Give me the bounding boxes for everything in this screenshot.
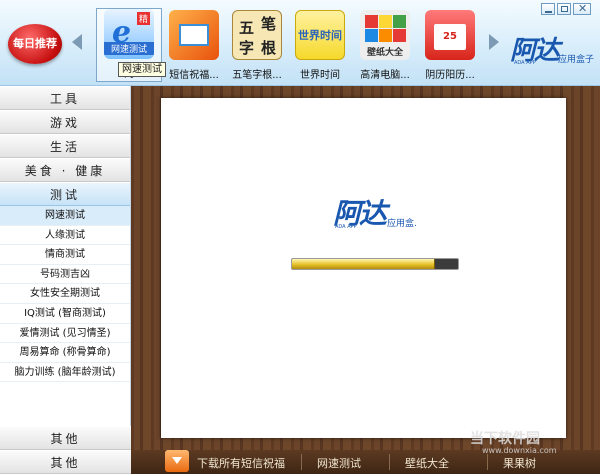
app-label: 高清电脑... <box>360 70 410 81</box>
sidebar-item-safe-period[interactable]: 女性安全期测试 <box>0 284 130 304</box>
link-download-sms[interactable]: 下载所有短信祝福 <box>197 455 285 471</box>
wubi-icon: 五 笔 字 根 <box>232 10 282 60</box>
category-sidebar: 工具 游戏 生活 美食 · 健康 测试 网速测试 人缘测试 情商测试 号码测吉凶… <box>0 86 131 474</box>
wallpaper-icon: 壁纸大全 <box>360 10 410 60</box>
sidebar-item-iq-test[interactable]: IQ测试 (智商测试) <box>0 304 130 324</box>
app-label: 五笔字根... <box>232 70 282 81</box>
loading-logo: 阿达 应用盒. ADA APP <box>333 197 417 230</box>
app-wubi[interactable]: 五 笔 字 根 五笔字根... <box>224 10 290 81</box>
app-lunar-calendar[interactable]: 25 阴历阳历... <box>417 10 483 81</box>
scroll-left-arrow-icon[interactable] <box>72 34 82 50</box>
link-speed-test[interactable]: 网速测试 <box>317 455 361 471</box>
sidebar-item-number-luck[interactable]: 号码测吉凶 <box>0 265 130 285</box>
calendar-icon: 25 <box>425 10 475 60</box>
category-tools[interactable]: 工具 <box>0 86 130 110</box>
sidebar-item-popularity-test[interactable]: 人缘测试 <box>0 226 130 246</box>
close-icon: ✕ <box>578 2 588 15</box>
brand-logo: 阿达 应用盒子 ADA APP <box>510 36 595 66</box>
link-guoguoshu[interactable]: 果果树 <box>503 455 536 471</box>
content-area: 阿达 应用盒. ADA APP <box>131 86 600 450</box>
sidebar-item-love-test[interactable]: 爱情测试 (见习情圣) <box>0 324 130 344</box>
category-tests[interactable]: 测试 <box>0 182 130 206</box>
maximize-button[interactable] <box>557 3 571 15</box>
progress-fill <box>292 259 435 269</box>
app-world-time[interactable]: 世界时间 世界时间 <box>287 10 353 81</box>
loading-progress-bar <box>291 258 459 270</box>
tooltip: 网速测试 <box>118 62 166 77</box>
watermark-url: www.downxia.com <box>482 446 557 455</box>
loading-panel: 阿达 应用盒. ADA APP <box>161 98 566 438</box>
sidebar-item-eq-test[interactable]: 情商测试 <box>0 245 130 265</box>
close-button[interactable]: ✕ <box>573 2 591 15</box>
category-life[interactable]: 生活 <box>0 134 130 158</box>
link-wallpapers[interactable]: 壁纸大全 <box>405 455 449 471</box>
top-app-bar: 每日推荐 e 精 网速测试 网 短信祝福... 五 笔 字 根 五笔字根... … <box>0 0 600 86</box>
category-other-2[interactable]: 其他 <box>0 450 131 474</box>
app-label: 阴历阳历... <box>425 70 475 81</box>
minimize-button[interactable] <box>541 3 555 15</box>
sidebar-item-fortune[interactable]: 周易算命 (称骨算命) <box>0 343 130 363</box>
watermark: 当下软件园 <box>470 431 540 447</box>
category-games[interactable]: 游戏 <box>0 110 130 134</box>
scroll-right-arrow-icon[interactable] <box>489 34 499 50</box>
app-label: 世界时间 <box>300 70 340 81</box>
world-time-icon: 世界时间 <box>295 10 345 60</box>
speed-test-icon: e 精 网速测试 <box>104 9 154 59</box>
sidebar-item-brain-training[interactable]: 脑力训练 (脑年龄测试) <box>0 363 130 383</box>
category-other-1[interactable]: 其他 <box>0 426 131 450</box>
app-label: 短信祝福... <box>169 70 219 81</box>
sms-icon <box>169 10 219 60</box>
daily-recommend-badge[interactable]: 每日推荐 <box>8 24 62 64</box>
app-sms-wishes[interactable]: 短信祝福... <box>161 10 227 81</box>
download-icon[interactable] <box>165 450 189 472</box>
sidebar-item-speed-test[interactable]: 网速测试 <box>0 206 130 226</box>
app-hd-wallpaper[interactable]: 壁纸大全 高清电脑... <box>352 10 418 81</box>
category-food-health[interactable]: 美食 · 健康 <box>0 158 130 182</box>
